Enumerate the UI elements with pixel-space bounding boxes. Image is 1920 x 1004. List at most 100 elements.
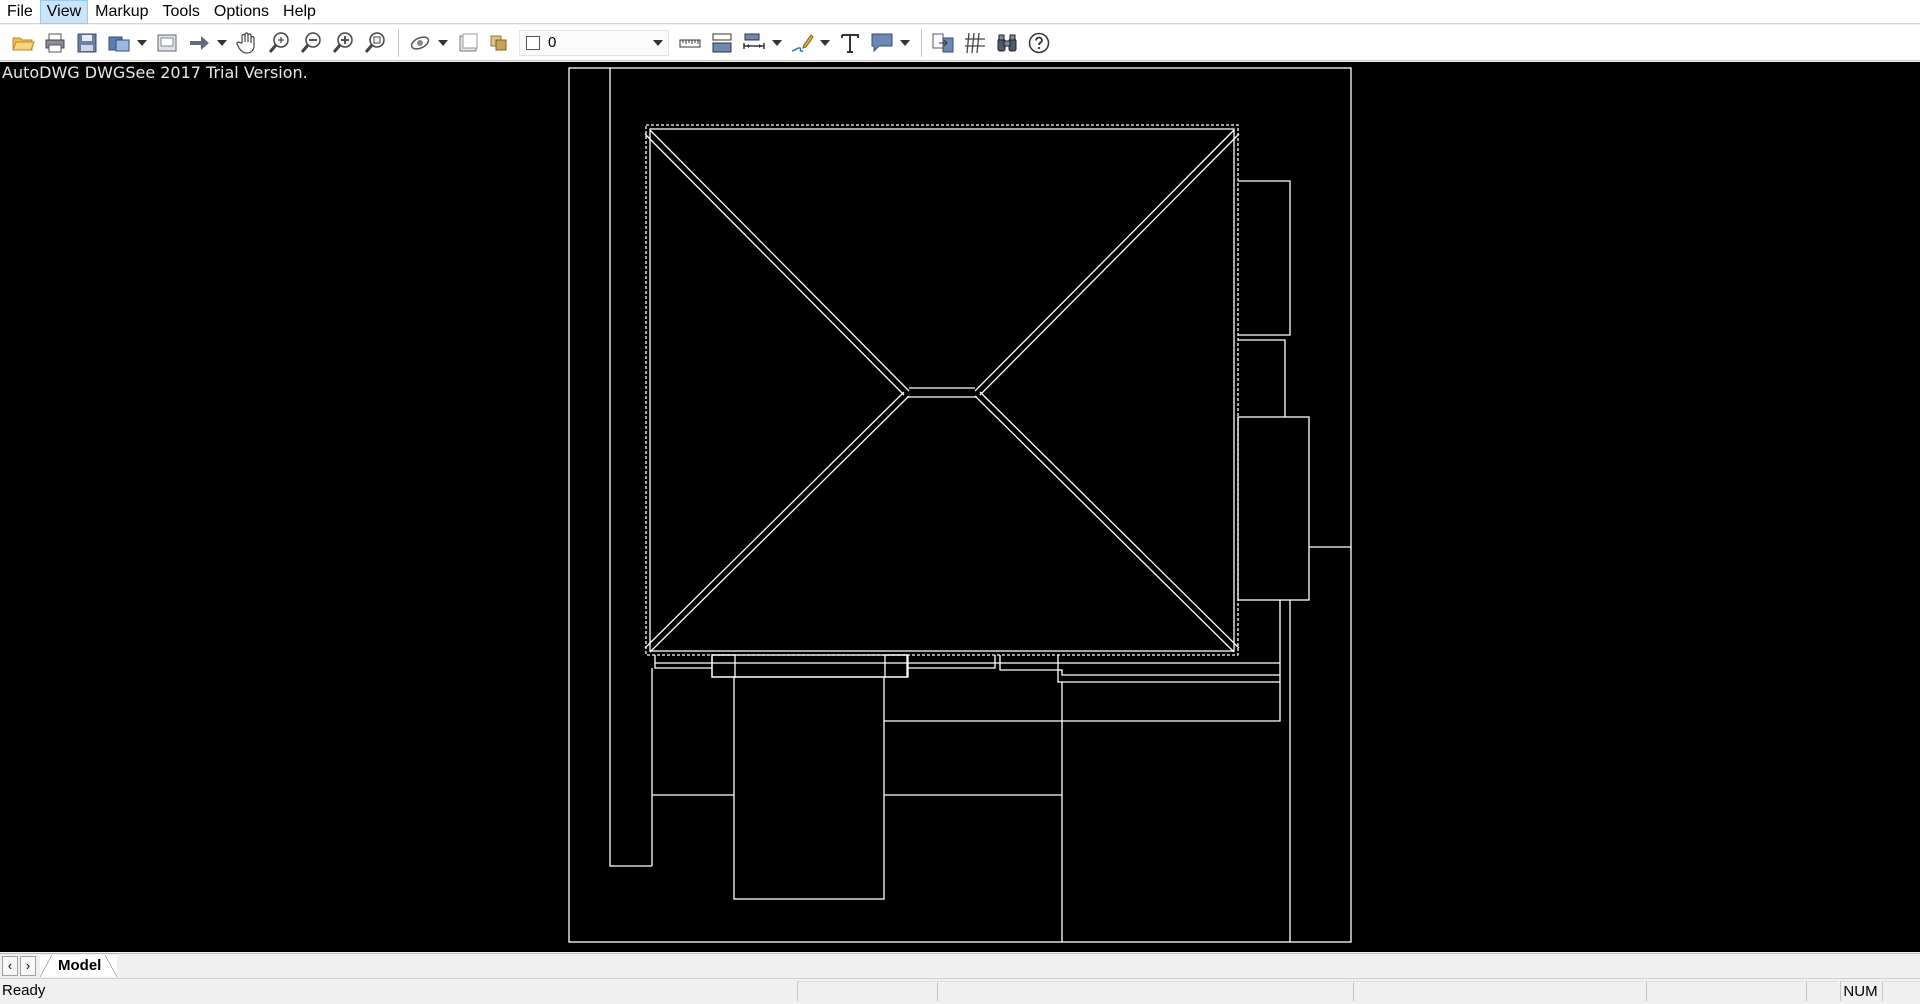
- forward-arrow-icon: [190, 35, 209, 50]
- front-step: [1057, 655, 1280, 683]
- layout-tab-strip: ‹ › Model: [0, 953, 1920, 977]
- orbit-dropdown[interactable]: [437, 28, 449, 58]
- status-text: Ready: [2, 982, 46, 999]
- help-icon: [1028, 32, 1050, 53]
- zoom-out-icon: [300, 31, 321, 53]
- pan-hand-icon: [236, 31, 255, 54]
- tab-scroll-right-button[interactable]: ›: [20, 955, 36, 976]
- background-color-icon: [459, 33, 478, 51]
- annex-upper: [1238, 180, 1291, 336]
- toolbar-separator: [398, 28, 399, 57]
- text-button[interactable]: [835, 28, 865, 58]
- pen-markup-dropdown[interactable]: [819, 28, 831, 58]
- layer-select[interactable]: 0: [519, 29, 669, 56]
- status-bar: Ready NUM: [0, 978, 1920, 1004]
- room-center-dividers: [884, 720, 1062, 796]
- drawing-canvas[interactable]: AutoDWG DWGSee 2017 Trial Version.: [0, 62, 1920, 952]
- open-button[interactable]: [8, 28, 38, 58]
- menu-help[interactable]: Help: [276, 0, 323, 24]
- status-pane: [937, 981, 1351, 1001]
- porch-roof: [711, 654, 908, 678]
- export-icon: [108, 36, 130, 51]
- status-pane: [1353, 981, 1644, 1001]
- page-setup-button[interactable]: [152, 28, 182, 58]
- find-binoculars-icon: [997, 34, 1017, 51]
- layer-color-swatch: [526, 35, 540, 50]
- room-center: [733, 676, 885, 900]
- callout-button[interactable]: [867, 28, 897, 58]
- menu-tools[interactable]: Tools: [156, 0, 207, 24]
- pan-button[interactable]: [232, 28, 262, 58]
- measure-area-button[interactable]: [707, 28, 737, 58]
- menu-view[interactable]: View: [39, 0, 89, 24]
- chevron-down-icon[interactable]: [648, 30, 668, 56]
- front-wall-strip: [907, 655, 1280, 676]
- compare-button[interactable]: [928, 28, 958, 58]
- dwgsee-window: File View Markup Tools Options Help 0 Au…: [0, 0, 1920, 1004]
- hatch-button[interactable]: [960, 28, 990, 58]
- zoom-in-button[interactable]: [328, 28, 358, 58]
- hip-line-bottom-left: [644, 391, 910, 653]
- save-icon: [77, 33, 97, 52]
- status-pane: [1646, 981, 1804, 1001]
- measure-distance-button[interactable]: [675, 28, 705, 58]
- pen-markup-icon: [791, 33, 814, 52]
- toolbar-separator: [921, 28, 922, 57]
- callout-icon: [871, 33, 893, 52]
- hip-line-top-right: [974, 129, 1240, 396]
- save-button[interactable]: [72, 28, 102, 58]
- menu-file[interactable]: File: [0, 0, 40, 24]
- print-button[interactable]: [40, 28, 70, 58]
- pen-markup-button[interactable]: [787, 28, 817, 58]
- hip-line-top-left: [644, 129, 910, 396]
- layers-button[interactable]: [485, 28, 515, 58]
- annex-lower-wall: [1062, 600, 1281, 722]
- status-pane: [797, 981, 935, 1001]
- forward-dropdown[interactable]: [216, 28, 228, 58]
- layers-icon: [490, 35, 507, 50]
- zoom-realtime-icon: [268, 31, 289, 53]
- measure-distance-icon: [679, 39, 701, 47]
- cad-roof-plan: [568, 67, 1352, 943]
- hip-line-bottom-right: [974, 391, 1240, 653]
- forward-button[interactable]: [184, 28, 214, 58]
- find-button[interactable]: [992, 28, 1022, 58]
- zoom-out-button[interactable]: [296, 28, 326, 58]
- gutter-band: [654, 655, 1280, 669]
- measure-area-icon: [712, 33, 732, 52]
- porch-post-right: [884, 654, 909, 678]
- zoom-extents-button[interactable]: [360, 28, 390, 58]
- export-dropdown[interactable]: [136, 28, 148, 58]
- orbit-button[interactable]: [405, 28, 435, 58]
- tab-scroll-left-button[interactable]: ‹: [2, 955, 18, 976]
- annex-middle: [1238, 339, 1286, 417]
- print-icon: [45, 33, 65, 52]
- menu-markup[interactable]: Markup: [88, 0, 155, 24]
- num-lock-indicator: NUM: [1840, 981, 1880, 1001]
- dimension-button[interactable]: [739, 28, 769, 58]
- text-icon: [841, 33, 859, 53]
- status-pane: [1882, 981, 1920, 1001]
- status-pane: [1806, 981, 1838, 1001]
- roof-outline: [645, 124, 1239, 656]
- page-setup-icon: [157, 34, 177, 51]
- open-folder-icon: [12, 37, 35, 50]
- zoom-realtime-button[interactable]: [264, 28, 294, 58]
- ridge-line: [907, 387, 977, 398]
- dimension-dropdown[interactable]: [771, 28, 783, 58]
- callout-dropdown[interactable]: [899, 28, 911, 58]
- menu-bar: File View Markup Tools Options Help: [0, 0, 1920, 24]
- help-button[interactable]: [1024, 28, 1054, 58]
- zoom-in-icon: [332, 31, 353, 53]
- menu-options[interactable]: Options: [207, 0, 276, 24]
- hatch-icon: [965, 32, 985, 53]
- main-toolbar: 0: [0, 25, 1920, 61]
- tab-model[interactable]: Model: [40, 954, 118, 977]
- zoom-extents-icon: [364, 31, 385, 53]
- orbit-icon: [410, 35, 430, 50]
- layer-select-value: 0: [548, 34, 557, 51]
- porch-post-left: [711, 654, 736, 678]
- export-button[interactable]: [104, 28, 134, 58]
- background-color-button[interactable]: [453, 28, 483, 58]
- dimension-icon: [743, 33, 765, 49]
